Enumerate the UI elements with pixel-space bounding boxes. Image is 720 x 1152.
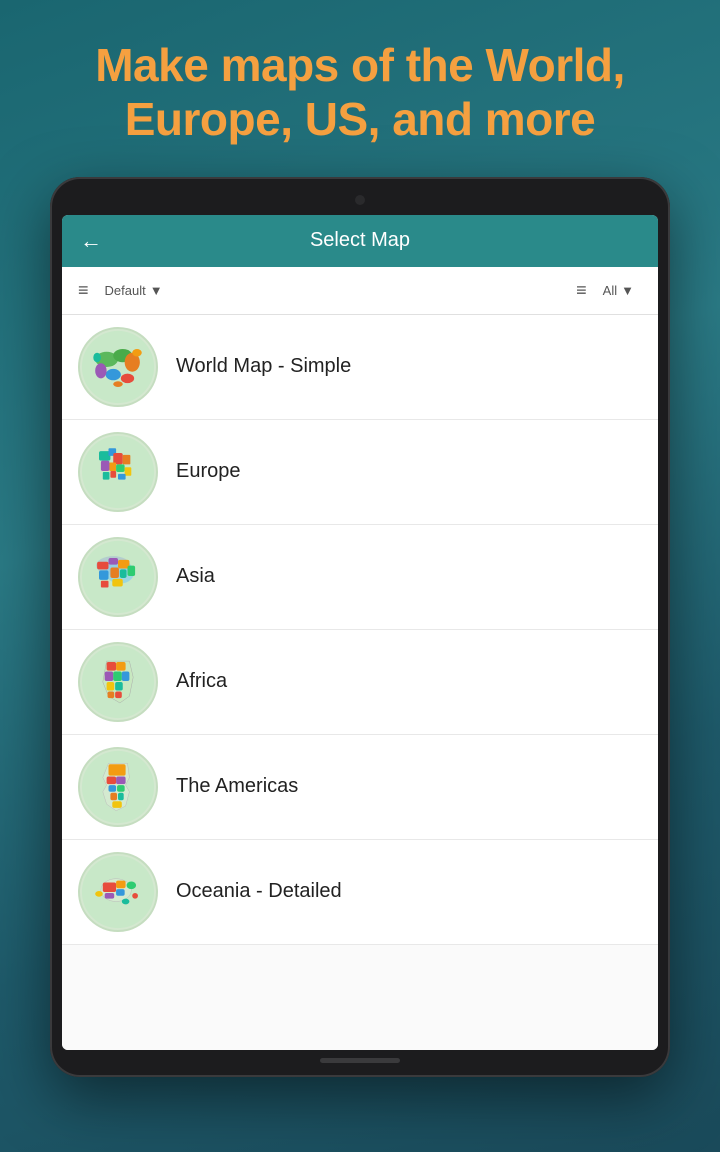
sort-dropdown[interactable]: Default ▼ — [97, 279, 171, 302]
sort-chevron-icon: ▼ — [150, 283, 163, 298]
map-item-world-simple[interactable]: World Map - Simple — [62, 315, 658, 420]
map-thumbnail-americas — [78, 747, 158, 827]
app-bar: ← Select Map — [62, 215, 658, 267]
map-name-africa: Africa — [176, 670, 227, 693]
map-name-oceania: Oceania - Detailed — [176, 880, 342, 903]
map-item-asia[interactable]: Asia — [62, 525, 658, 630]
map-list: World Map - Simple — [62, 315, 658, 1050]
map-thumbnail-asia — [78, 537, 158, 617]
sort-icon: ≡ — [78, 280, 89, 301]
map-item-oceania[interactable]: Oceania - Detailed — [62, 840, 658, 945]
hero-title: Make maps of the World, Europe, US, and … — [60, 38, 660, 147]
back-button[interactable]: ← — [80, 228, 102, 254]
filter-dropdown[interactable]: All ▼ — [595, 279, 642, 302]
map-item-europe[interactable]: Europe — [62, 420, 658, 525]
tablet-home-bar — [320, 1058, 400, 1063]
filter-chevron-icon: ▼ — [621, 283, 634, 298]
map-item-africa[interactable]: Africa — [62, 630, 658, 735]
map-thumbnail-africa — [78, 642, 158, 722]
map-name-asia: Asia — [176, 565, 215, 588]
map-name-americas: The Americas — [176, 775, 298, 798]
tablet-frame: ← Select Map ≡ Default ▼ ≡ All ▼ — [50, 177, 670, 1077]
filter-bar: ≡ Default ▼ ≡ All ▼ — [62, 267, 658, 315]
map-thumbnail-europe — [78, 432, 158, 512]
map-item-americas[interactable]: The Americas — [62, 735, 658, 840]
tablet-camera — [355, 195, 365, 205]
filter-icon: ≡ — [576, 280, 587, 301]
app-bar-title: Select Map — [116, 229, 604, 252]
map-thumbnail-oceania — [78, 852, 158, 932]
map-name-world-simple: World Map - Simple — [176, 355, 351, 378]
map-name-europe: Europe — [176, 460, 241, 483]
tablet-screen: ← Select Map ≡ Default ▼ ≡ All ▼ — [62, 215, 658, 1050]
map-thumbnail-world-simple — [78, 327, 158, 407]
hero-section: Make maps of the World, Europe, US, and … — [0, 0, 720, 177]
